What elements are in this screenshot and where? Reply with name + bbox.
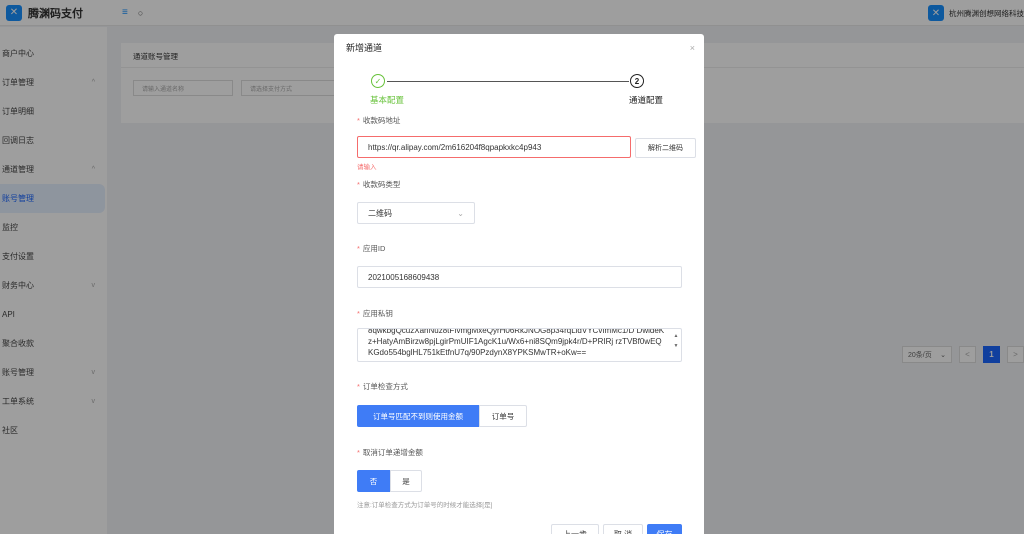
- step-2-icon: 2: [630, 74, 644, 88]
- qr-type-label-text: 收款码类型: [362, 180, 401, 189]
- cancel-increment-group: 否 是: [357, 470, 422, 492]
- step-1-label: 基本配置: [370, 95, 405, 105]
- scroll-down-icon: ▼: [673, 343, 679, 349]
- scroll-up-icon: ▲: [673, 333, 679, 339]
- modal-title: 新增通道: [346, 43, 383, 53]
- step-2-label: 通道配置: [629, 95, 664, 105]
- check-method-group: 订单号匹配不到则使用金额 订单号: [357, 405, 527, 427]
- cancel-button[interactable]: 取 消: [603, 524, 643, 534]
- qr-address-error: 请输入: [357, 164, 377, 171]
- private-key-label-text: 应用私钥: [362, 309, 393, 318]
- qr-type-value: 二维码: [368, 208, 392, 218]
- check-icon: ✓: [371, 74, 385, 88]
- app-id-input[interactable]: 2021005168609438: [357, 266, 682, 288]
- qr-address-input[interactable]: https://qr.alipay.com/2m616204f8qpapkxkc…: [357, 136, 631, 158]
- add-channel-modal: 新增通道 × ✓ 2 基本配置 通道配置 * 收款码地址 https://qr.a…: [334, 34, 704, 534]
- qr-address-label-text: 收款码地址: [362, 116, 401, 125]
- private-key-textarea[interactable]: 8qwkbgQcuzXahNuz8tFIvmgMxeQyrH06RkJNOG8p…: [357, 328, 682, 362]
- check-method-option-order[interactable]: 订单号: [479, 405, 527, 427]
- check-method-label-text: 订单检查方式: [362, 382, 408, 391]
- cancel-increment-option-no[interactable]: 否: [357, 470, 390, 492]
- close-icon[interactable]: ×: [690, 43, 695, 53]
- prev-step-button[interactable]: 上一步: [551, 524, 599, 534]
- app-id-label-text: 应用ID: [362, 244, 386, 253]
- private-key-value: 8qwkbgQcuzXahNuz8tFIvmgMxeQyrH06RkJNOG8p…: [368, 328, 665, 357]
- app-id-label: * 应用ID: [357, 244, 386, 253]
- qr-type-select[interactable]: 二维码 ⌄: [357, 202, 475, 224]
- cancel-increment-label: * 取消订单递增金额: [357, 448, 423, 457]
- textarea-scrollbar[interactable]: ▲ ▼: [673, 331, 679, 361]
- hint-note: 注意:订单检查方式为订单号的时候才能选择[是]: [357, 502, 493, 509]
- chevron-down-icon: ⌄: [457, 208, 464, 218]
- private-key-label: * 应用私钥: [357, 309, 393, 318]
- qr-type-label: * 收款码类型: [357, 180, 401, 189]
- qr-address-label: * 收款码地址: [357, 116, 401, 125]
- cancel-increment-option-yes[interactable]: 是: [390, 470, 422, 492]
- step-divider: [387, 81, 629, 82]
- save-button[interactable]: 保存: [647, 524, 682, 534]
- steps: ✓ 2 基本配置 通道配置: [334, 74, 704, 114]
- cancel-increment-label-text: 取消订单递增金额: [362, 448, 423, 457]
- check-method-option-amount[interactable]: 订单号匹配不到则使用金额: [357, 405, 479, 427]
- parse-qr-button[interactable]: 解析二维码: [635, 138, 696, 158]
- check-method-label: * 订单检查方式: [357, 382, 408, 391]
